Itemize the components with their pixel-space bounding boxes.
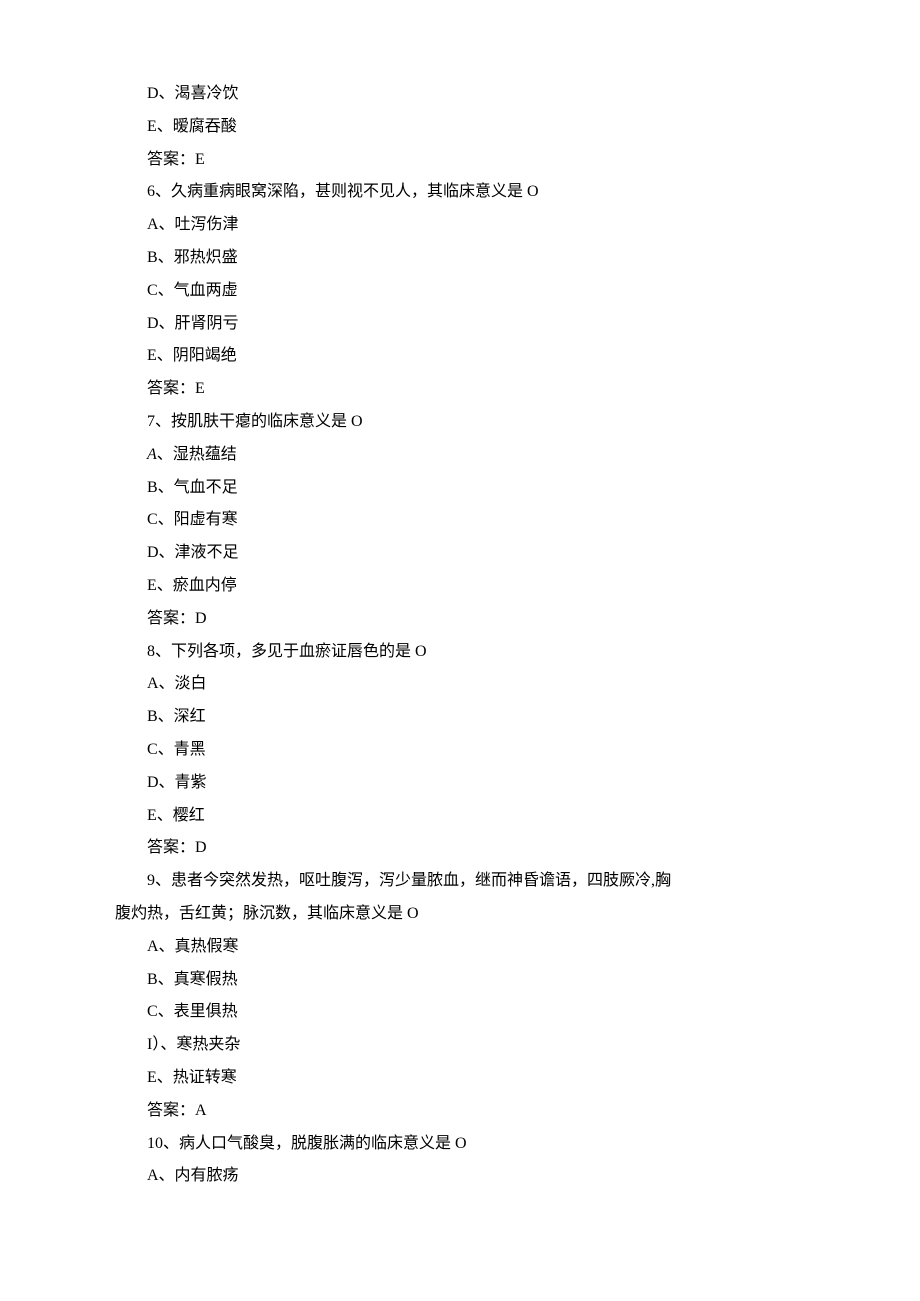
text-line: I）、寒热夹杂 — [115, 1029, 805, 1062]
text-line: 10、病人口气酸臭，脱腹胀满的临床意义是 O — [115, 1128, 805, 1161]
text-line: D、肝肾阴亏 — [115, 308, 805, 341]
text-line: E、瘀血内停 — [115, 570, 805, 603]
text-line: B、气血不足 — [115, 472, 805, 505]
text-line: 9、患者今突然发热，呕吐腹泻，泻少量脓血，继而神昏谵语，四肢厥冷,胸 — [115, 865, 805, 898]
text-line: E、暧腐吞酸 — [115, 111, 805, 144]
text-line: E、热证转寒 — [115, 1062, 805, 1095]
text-line: B、真寒假热 — [115, 964, 805, 997]
text-line: 8、下列各项，多见于血瘀证唇色的是 O — [115, 636, 805, 669]
text-line: E、樱红 — [115, 800, 805, 833]
text-line: 答案：E — [115, 144, 805, 177]
text-line: B、深红 — [115, 701, 805, 734]
text-line: 答案：A — [115, 1095, 805, 1128]
text-line: A、湿热蕴结 — [115, 439, 805, 472]
text-line: 答案：E — [115, 373, 805, 406]
text-line: A、淡白 — [115, 668, 805, 701]
text-line: 腹灼热，舌红黄；脉沉数，其临床意义是 O — [115, 898, 805, 931]
text-line: A、吐泻伤津 — [115, 209, 805, 242]
text-line: 6、久病重病眼窝深陷，甚则视不见人，其临床意义是 O — [115, 176, 805, 209]
text-line: C、气血两虚 — [115, 275, 805, 308]
text-line: D、青紫 — [115, 767, 805, 800]
text-line: A、内有脓疡 — [115, 1160, 805, 1193]
text-line: C、青黑 — [115, 734, 805, 767]
text-line: E、阴阳竭绝 — [115, 340, 805, 373]
text-line: B、邪热炽盛 — [115, 242, 805, 275]
text-line: D、津液不足 — [115, 537, 805, 570]
text-italic-prefix: A — [147, 446, 157, 463]
text-line: 7、按肌肤干瘪的临床意义是 O — [115, 406, 805, 439]
document-page: D、渴喜冷饮E、暧腐吞酸答案：E6、久病重病眼窝深陷，甚则视不见人，其临床意义是… — [0, 0, 920, 1301]
text-line: D、渴喜冷饮 — [115, 78, 805, 111]
text-line: C、阳虚有寒 — [115, 504, 805, 537]
text-line: 答案：D — [115, 832, 805, 865]
text-line: 答案：D — [115, 603, 805, 636]
text-line: A、真热假寒 — [115, 931, 805, 964]
text-content: 、湿热蕴结 — [157, 446, 237, 463]
text-line: C、表里俱热 — [115, 996, 805, 1029]
